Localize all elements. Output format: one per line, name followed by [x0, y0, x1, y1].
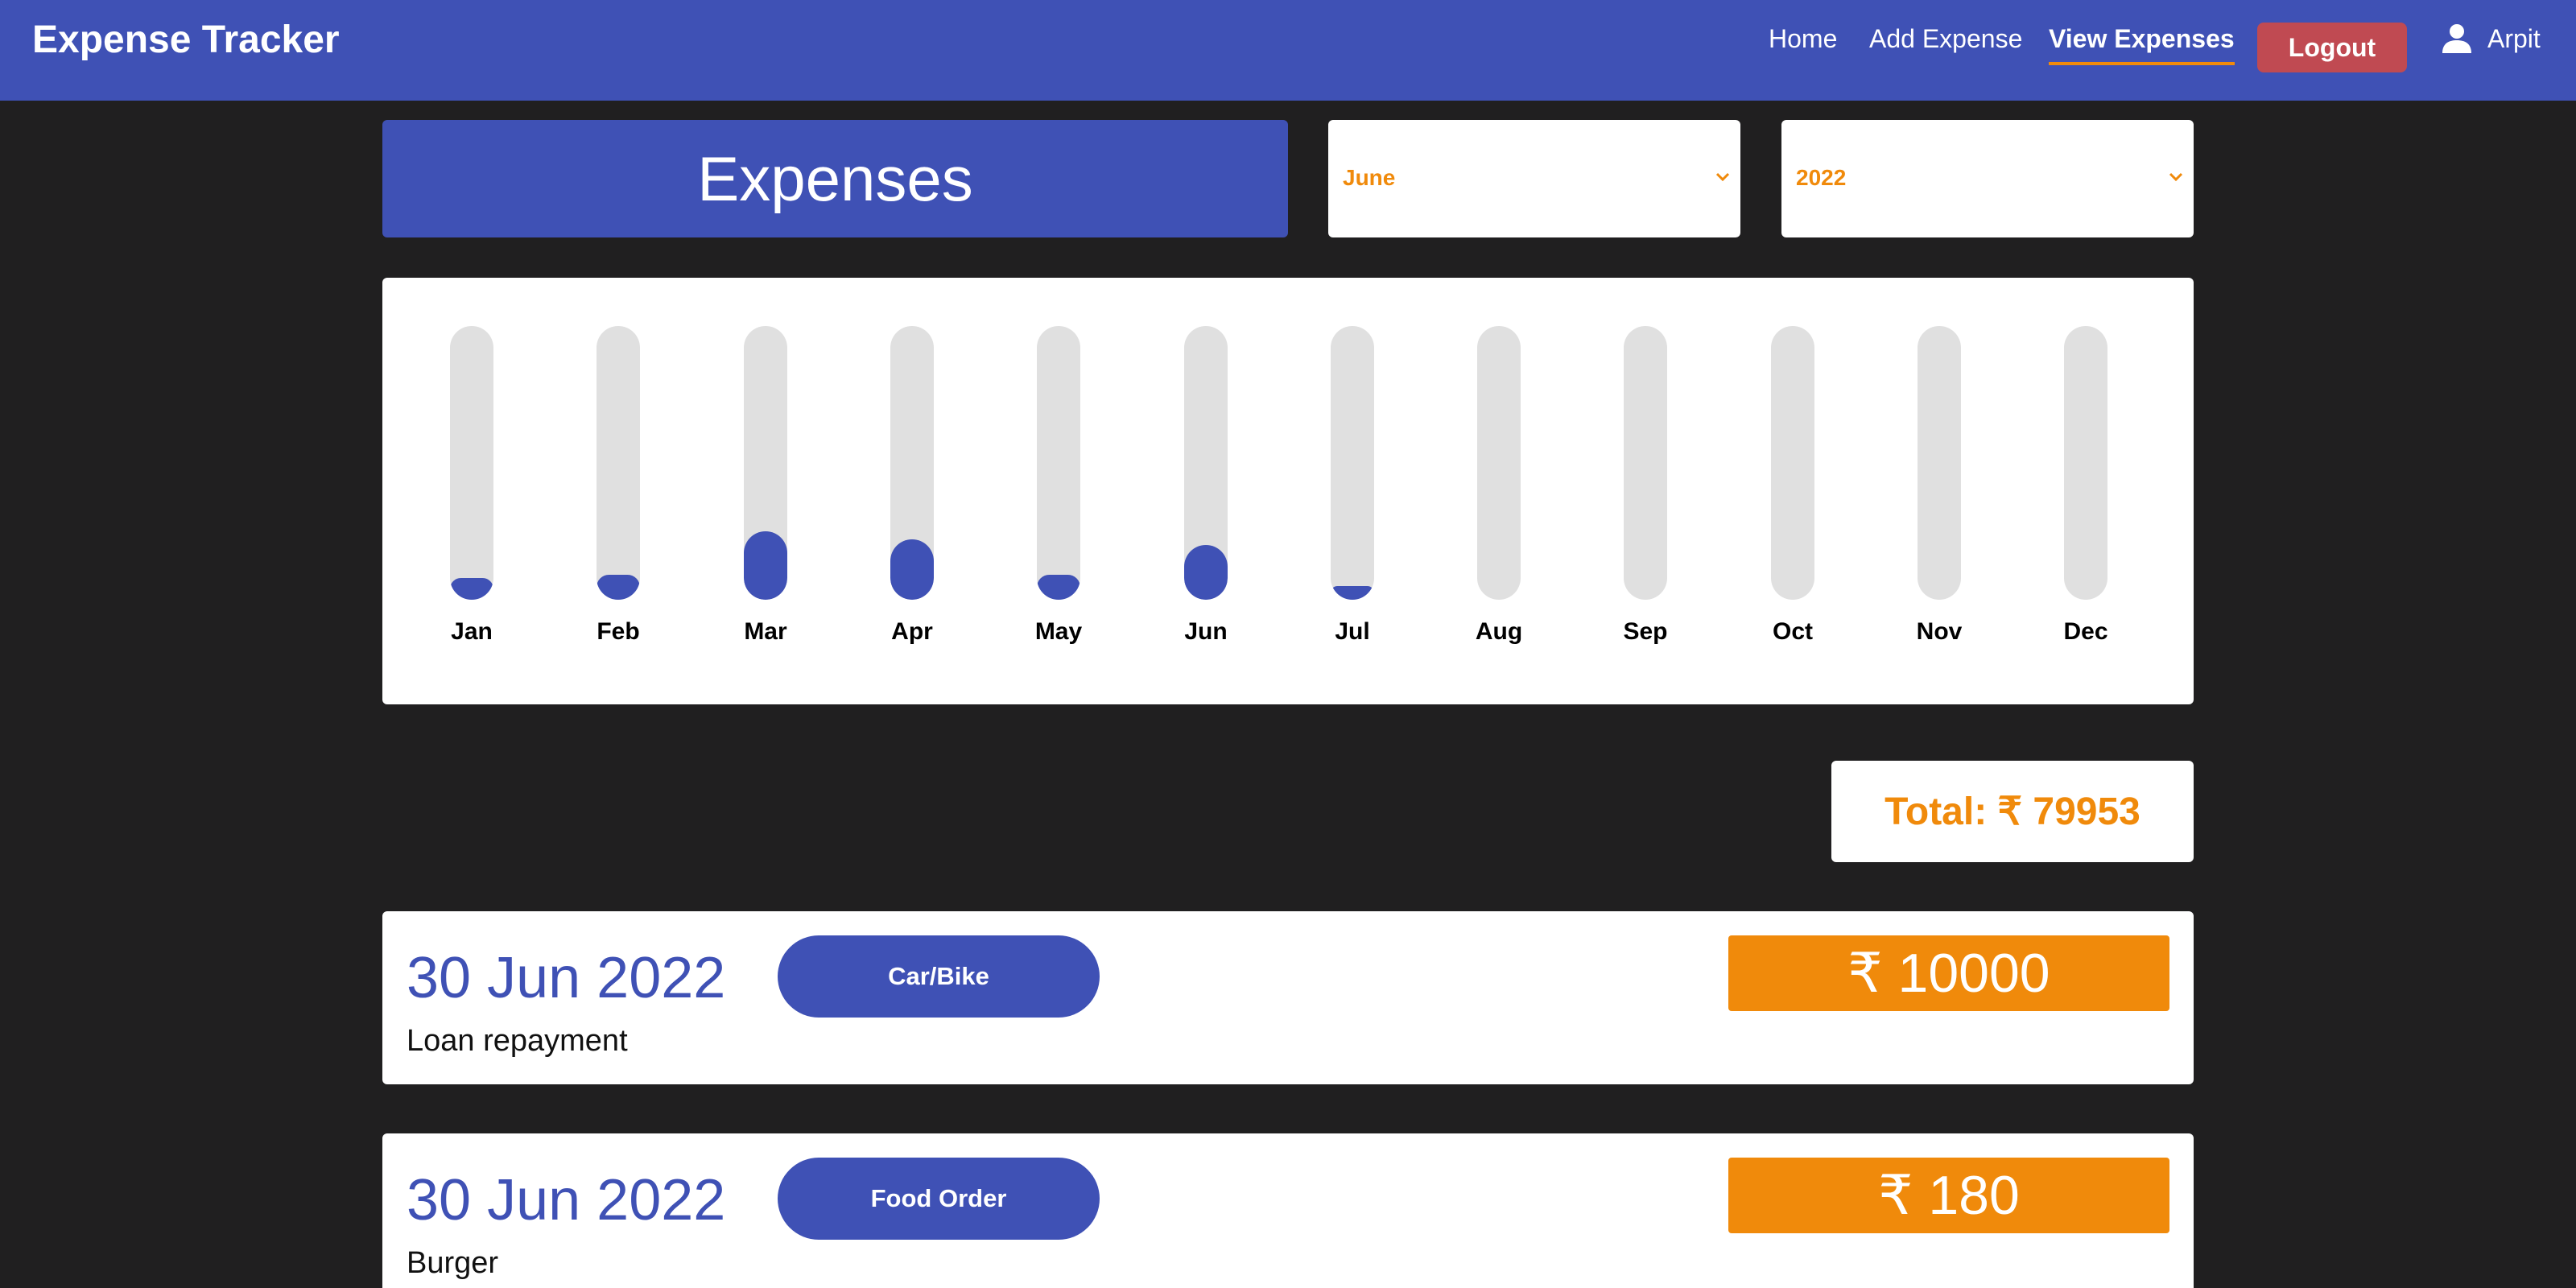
expense-amount: ₹ 10000 — [1728, 935, 2169, 1011]
chart-bar-track — [450, 326, 493, 600]
chart-bar-jan — [450, 578, 493, 600]
page-title: Expenses — [382, 120, 1288, 237]
chart-bar-column-feb: Feb — [597, 326, 640, 645]
chart-bar-label: Dec — [2063, 618, 2108, 645]
person-icon — [2442, 24, 2471, 53]
chart-bar-track — [1624, 326, 1667, 600]
month-select[interactable]: June — [1328, 120, 1740, 237]
chart-bar-column-nov: Nov — [1917, 326, 1962, 645]
chart-bar-column-oct: Oct — [1771, 326, 1814, 645]
chart-bar-track — [2064, 326, 2107, 600]
chart-bar-jun — [1184, 545, 1228, 600]
chart-bar-jul — [1331, 586, 1374, 600]
chart-bar-apr — [890, 539, 934, 600]
chart-bar-label: Feb — [597, 618, 640, 645]
nav-add-expense-link[interactable]: Add Expense — [1869, 24, 2022, 54]
chart-bar-may — [1037, 575, 1080, 600]
year-select[interactable]: 2022 — [1781, 120, 2194, 237]
chart-bar-feb — [597, 575, 640, 600]
chart-bar-track — [890, 326, 934, 600]
chart-bar-label: Sep — [1623, 618, 1668, 645]
nav-view-expenses-link[interactable]: View Expenses — [2049, 24, 2235, 65]
chart-bar-column-jun: Jun — [1184, 326, 1228, 645]
chart-bar-mar — [744, 531, 787, 600]
chart-bar-track — [1477, 326, 1521, 600]
chart-bar-column-mar: Mar — [744, 326, 787, 645]
chart-bar-label: Nov — [1916, 618, 1963, 645]
monthly-expense-chart: Jan Feb Mar Apr May Jun Jul Aug Sep Oct Nov Dec — [382, 278, 2194, 704]
expense-category-badge: Car/Bike — [778, 935, 1100, 1018]
expense-date: 30 Jun 2022 — [407, 946, 726, 1010]
total-box: Total: ₹ 79953 — [1831, 761, 2194, 862]
chart-bar-track — [597, 326, 640, 600]
chart-bar-label: May — [1034, 618, 1083, 645]
chevron-down-icon — [2169, 172, 2183, 182]
chart-bar-label: Aug — [1475, 618, 1523, 645]
chart-bar-track — [744, 326, 787, 600]
chart-bar-label: Jan — [451, 618, 493, 645]
chart-bar-column-may: May — [1035, 326, 1082, 645]
expense-description: Burger — [407, 1246, 499, 1280]
user-name: Arpit — [2487, 23, 2541, 53]
chart-bar-track — [1037, 326, 1080, 600]
chart-bar-track — [1331, 326, 1374, 600]
chart-bar-label: Mar — [744, 618, 787, 645]
chart-bar-track — [1771, 326, 1814, 600]
chart-bar-label: Jul — [1335, 618, 1370, 645]
expense-date: 30 Jun 2022 — [407, 1168, 726, 1232]
nav-home-link[interactable]: Home — [1769, 24, 1837, 54]
navbar: Expense Tracker Home Add Expense View Ex… — [0, 0, 2576, 101]
chart-bar-column-aug: Aug — [1476, 326, 1522, 645]
brand-title[interactable]: Expense Tracker — [32, 18, 340, 62]
year-select-value: 2022 — [1796, 165, 1847, 190]
chart-bar-track — [1918, 326, 1961, 600]
chart-bar-column-apr: Apr — [890, 326, 934, 645]
chart-bar-label: Apr — [891, 618, 933, 645]
expense-amount: ₹ 180 — [1728, 1158, 2169, 1233]
chart-bar-column-sep: Sep — [1623, 326, 1668, 645]
expense-category-badge: Food Order — [778, 1158, 1100, 1240]
user-menu[interactable]: Arpit — [2441, 23, 2541, 55]
chart-bar-label: Oct — [1772, 618, 1813, 645]
logout-button[interactable]: Logout — [2257, 23, 2407, 72]
month-select-value: June — [1343, 165, 1396, 190]
chart-bar-track — [1184, 326, 1228, 600]
chart-bar-column-jan: Jan — [450, 326, 493, 645]
chart-bar-column-jul: Jul — [1331, 326, 1374, 645]
chevron-down-icon — [1715, 172, 1730, 182]
chart-bar-label: Jun — [1184, 618, 1228, 645]
total-amount: Total: ₹ 79953 — [1885, 791, 2140, 833]
expense-item[interactable]: 30 Jun 2022 Burger Food Order ₹ 180 — [382, 1133, 2194, 1288]
expense-description: Loan repayment — [407, 1024, 628, 1058]
expense-item[interactable]: 30 Jun 2022 Loan repayment Car/Bike ₹ 10… — [382, 911, 2194, 1084]
chart-bar-column-dec: Dec — [2063, 326, 2108, 645]
